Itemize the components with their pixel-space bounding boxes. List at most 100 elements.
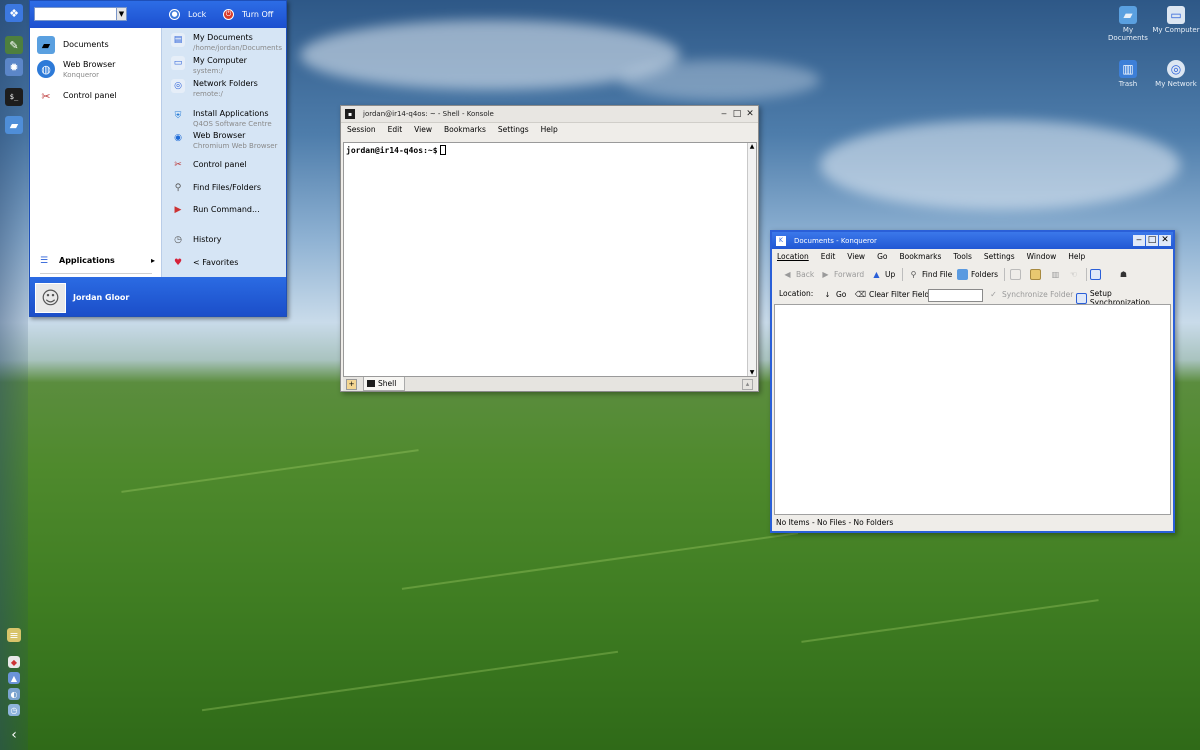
trash-button[interactable]: ▥ — [1050, 269, 1064, 280]
menu-item-install-applications[interactable]: ⛨ Install Applications Q4OS Software Cent… — [171, 109, 272, 129]
close-button[interactable]: ✕ — [744, 109, 756, 120]
desktop-icon-my-documents[interactable]: ▰ My Documents — [1103, 6, 1153, 42]
menu-go[interactable]: Go — [877, 252, 887, 261]
terminal-area[interactable]: jordan@ir14-q4os:~$ ▲ ▼ — [343, 142, 757, 377]
scrollbar[interactable]: ▲ ▼ — [747, 143, 756, 376]
volume-icon[interactable]: ◐ — [8, 688, 20, 700]
menu-tools[interactable]: Tools — [953, 252, 971, 261]
user-name: Jordan Gloor — [73, 293, 130, 302]
terminal-prompt: jordan@ir14-q4os:~$ — [346, 146, 438, 155]
menu-item-history[interactable]: ◷ History — [171, 233, 221, 247]
menu-session[interactable]: Session — [347, 125, 376, 134]
desktop-icon-my-computer[interactable]: ▭ My Computer — [1151, 6, 1200, 34]
clear-filter-button[interactable]: ⌫ Clear Filter Field — [855, 289, 929, 300]
menu-item-favorites[interactable]: ♥ < Favorites — [171, 256, 238, 270]
menu-window[interactable]: Window — [1027, 252, 1057, 261]
menu-item-my-computer[interactable]: ▭ My Computer system:/ — [171, 56, 247, 76]
desktop-icon-trash[interactable]: ▥ Trash — [1103, 60, 1153, 88]
menu-settings[interactable]: Settings — [984, 252, 1015, 261]
menu-item-network-folders[interactable]: ◎ Network Folders remote:/ — [171, 79, 258, 99]
folders-button[interactable]: Folders — [957, 269, 998, 280]
applications-button[interactable]: ☰ Applications ▸ — [37, 254, 155, 268]
tab-shell[interactable]: Shell — [363, 377, 405, 391]
cursor — [439, 145, 446, 155]
menu-item-label: Control panel — [193, 160, 247, 169]
menu-item-web-browser[interactable]: ◉ Web Browser Chromium Web Browser — [171, 131, 277, 151]
lock-button[interactable]: ● Lock — [169, 7, 206, 21]
turn-off-button[interactable]: ⏻ Turn Off — [223, 7, 273, 21]
konqueror-icon: K — [776, 235, 786, 246]
tray-icon[interactable]: ◆ — [8, 656, 20, 668]
desktop-icon-label: Trash — [1118, 80, 1138, 88]
copy-button[interactable] — [1010, 269, 1024, 280]
clock-icon[interactable]: ◷ — [8, 704, 20, 716]
menu-settings[interactable]: Settings — [498, 125, 529, 134]
up-button[interactable]: ▲ Up — [871, 269, 895, 280]
forward-label: Forward — [834, 270, 865, 279]
gear-icon: ☗ — [1119, 270, 1128, 279]
terminal-icon — [367, 380, 375, 387]
menu-bookmarks[interactable]: Bookmarks — [899, 252, 941, 261]
location-label: Location: — [779, 289, 813, 298]
network-icon[interactable]: ▲ — [8, 672, 20, 684]
computer-icon: ▭ — [1167, 6, 1185, 24]
start-menu-icon[interactable]: ❖ — [5, 4, 23, 22]
menu-bookmarks[interactable]: Bookmarks — [444, 125, 486, 134]
setup-sync-icon — [1076, 292, 1087, 304]
menu-item-label: Documents — [63, 40, 109, 49]
properties-button[interactable]: ☜ — [1068, 269, 1082, 280]
synchronize-folder-button[interactable]: ✓ Synchronize Folder — [988, 289, 1073, 300]
menu-item-documents[interactable]: ▰ Documents — [37, 36, 109, 54]
go-button[interactable]: ↓ Go — [822, 289, 847, 300]
settings-icon[interactable]: ✹ — [5, 58, 23, 76]
desktop-icon-my-network[interactable]: ◎ My Network — [1151, 60, 1200, 88]
menu-item-control-panel[interactable]: ✂ Control panel — [171, 158, 247, 172]
synchronize-folder-label: Synchronize Folder — [1002, 290, 1074, 299]
view-mode-button[interactable] — [1090, 269, 1104, 280]
toolbar-separator — [1086, 268, 1087, 281]
menu-item-my-documents[interactable]: ▤ My Documents/home/jordan/Documents — [171, 33, 282, 53]
paste-icon — [1030, 269, 1041, 280]
menu-item-find-files[interactable]: ⚲ Find Files/Folders — [171, 181, 261, 195]
start-menu-left-column: ▰ Documents ◍ Web Browser Konqueror ✂ Co… — [30, 28, 161, 277]
menu-location[interactable]: Location — [777, 252, 809, 261]
menu-view[interactable]: View — [847, 252, 865, 261]
close-button[interactable]: ✕ — [1159, 235, 1171, 246]
terminal-icon[interactable]: $_ — [5, 88, 23, 106]
konqueror-throbber[interactable]: ☗ — [1118, 269, 1132, 280]
maximize-button[interactable]: □ — [731, 109, 743, 120]
menu-help[interactable]: Help — [1068, 252, 1085, 261]
paste-button[interactable] — [1030, 269, 1044, 280]
notes-icon[interactable]: ≡ — [7, 628, 21, 642]
menu-item-control-panel[interactable]: ✂ Control panel — [37, 87, 117, 105]
menu-item-label: Control panel — [63, 91, 117, 100]
title-bar[interactable]: ▪ jordan@ir14-q4os: ~ - Shell - Konsole … — [341, 106, 758, 123]
chevron-down-icon[interactable]: ▼ — [116, 7, 127, 21]
file-view[interactable] — [774, 304, 1171, 515]
menu-edit[interactable]: Edit — [388, 125, 403, 134]
find-file-button[interactable]: ⚲ Find File — [908, 269, 953, 280]
toolbar-separator — [902, 268, 903, 281]
scroll-up-icon[interactable]: ▲ — [748, 143, 756, 150]
filter-input[interactable] — [928, 289, 983, 302]
scroll-down-icon[interactable]: ▼ — [748, 369, 756, 376]
sync-icon: ✓ — [990, 290, 997, 299]
title-bar[interactable]: K Documents - Konqueror ‒ □ ✕ — [772, 232, 1173, 249]
chevron-left-icon[interactable]: ‹ — [5, 726, 23, 744]
search-input[interactable] — [34, 7, 127, 21]
maximize-button[interactable]: □ — [1146, 235, 1158, 246]
file-manager-icon[interactable]: ▰ — [5, 116, 23, 134]
menu-item-run-command[interactable]: ▶ Run Command... — [171, 203, 260, 217]
minimize-button[interactable]: ‒ — [1133, 235, 1145, 246]
avatar[interactable]: ☺ — [35, 283, 66, 313]
pencil-icon[interactable]: ✎ — [5, 36, 23, 54]
close-tab-icon[interactable]: ▴ — [742, 379, 753, 390]
menu-item-web-browser[interactable]: ◍ Web Browser Konqueror — [37, 60, 115, 80]
menu-edit[interactable]: Edit — [821, 252, 836, 261]
menu-view[interactable]: View — [414, 125, 432, 134]
back-button[interactable]: ◀ Back — [782, 269, 814, 280]
minimize-button[interactable]: ‒ — [718, 109, 730, 120]
menu-help[interactable]: Help — [541, 125, 558, 134]
forward-button[interactable]: ▶ Forward — [820, 269, 864, 280]
new-tab-icon[interactable]: + — [346, 379, 357, 390]
